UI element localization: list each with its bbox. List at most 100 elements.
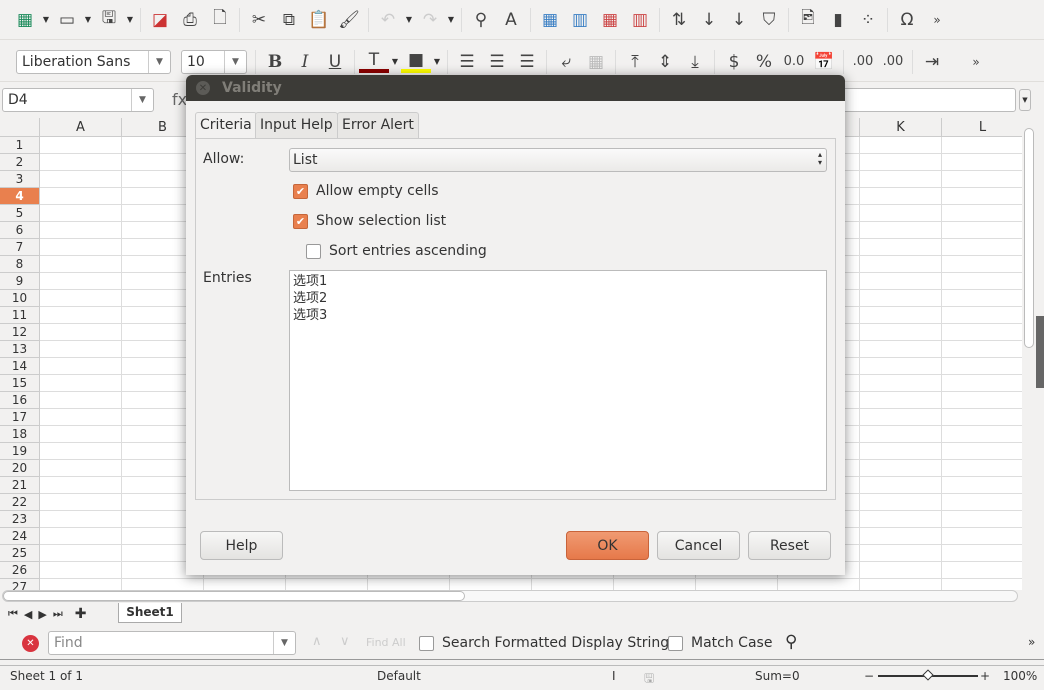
row-header[interactable]: 3 xyxy=(0,171,40,188)
page-style[interactable]: Default xyxy=(377,669,421,683)
row-header[interactable]: 11 xyxy=(0,307,40,324)
dropdown-arrow[interactable]: ▼ xyxy=(403,15,415,24)
sort-ascending-checkbox[interactable]: Sort entries ascending xyxy=(306,243,487,259)
chevron-down-icon[interactable]: ▼ xyxy=(273,632,295,654)
font-size-combo[interactable]: 10 ▼ xyxy=(181,49,247,74)
row-header[interactable]: 15 xyxy=(0,375,40,392)
tab-error-alert[interactable]: Error Alert xyxy=(337,112,419,138)
column-header[interactable]: K xyxy=(860,118,942,137)
function-wizard-icon[interactable]: fx xyxy=(172,90,187,109)
column-header[interactable]: A xyxy=(40,118,122,137)
open-icon[interactable]: ▭ xyxy=(52,6,82,34)
insert-rows-icon[interactable]: ▦ xyxy=(535,6,565,34)
row-header[interactable]: 10 xyxy=(0,290,40,307)
more-icon[interactable]: » xyxy=(922,6,952,34)
selection-mode-icon[interactable]: I xyxy=(612,669,616,683)
help-button[interactable]: Help xyxy=(200,531,283,560)
row-header[interactable]: 26 xyxy=(0,562,40,579)
dropdown-arrow[interactable]: ▼ xyxy=(389,57,401,66)
close-find-icon[interactable]: ✕ xyxy=(22,635,39,652)
dropdown-arrow[interactable]: ▼ xyxy=(445,15,457,24)
more-icon[interactable]: » xyxy=(1028,635,1035,649)
row-header[interactable]: 6 xyxy=(0,222,40,239)
currency-icon[interactable]: $ xyxy=(719,48,749,76)
allow-empty-checkbox[interactable]: ✔ Allow empty cells xyxy=(293,183,439,199)
row-header[interactable]: 9 xyxy=(0,273,40,290)
italic-icon[interactable]: I xyxy=(290,48,320,76)
more-icon[interactable]: » xyxy=(961,48,991,76)
row-header[interactable]: 13 xyxy=(0,341,40,358)
zoom-in-icon[interactable]: + xyxy=(980,669,990,683)
prev-sheet-icon[interactable]: ◀ xyxy=(24,608,32,621)
tab-criteria[interactable]: Criteria xyxy=(195,112,257,139)
wrap-text-icon[interactable]: ⤶ xyxy=(551,48,581,76)
select-all-corner[interactable] xyxy=(0,118,40,137)
row-header[interactable]: 4 xyxy=(0,188,40,205)
add-sheet-icon[interactable]: ✚ xyxy=(75,606,87,622)
insert-chart-icon[interactable]: ▮ xyxy=(823,6,853,34)
row-header[interactable]: 20 xyxy=(0,460,40,477)
export-pdf-icon[interactable]: ◪ xyxy=(145,6,175,34)
row-header[interactable]: 19 xyxy=(0,443,40,460)
scrollbar-thumb[interactable] xyxy=(3,591,465,601)
reset-button[interactable]: Reset xyxy=(748,531,831,560)
dropdown-arrow[interactable]: ▼ xyxy=(124,15,136,24)
formula-input[interactable] xyxy=(840,88,1016,112)
row-header[interactable]: 21 xyxy=(0,477,40,494)
expand-formula-icon[interactable]: ▼ xyxy=(1019,89,1031,111)
align-left-icon[interactable]: ☰ xyxy=(452,48,482,76)
row-header[interactable]: 16 xyxy=(0,392,40,409)
align-middle-icon[interactable]: ⇕ xyxy=(650,48,680,76)
autofilter-icon[interactable]: ⛉ xyxy=(754,6,784,34)
row-header[interactable]: 23 xyxy=(0,511,40,528)
row-header[interactable]: 17 xyxy=(0,409,40,426)
new-spreadsheet-icon[interactable]: ▦ xyxy=(10,6,40,34)
merge-cells-icon[interactable]: ▦ xyxy=(581,48,611,76)
row-header[interactable]: 25 xyxy=(0,545,40,562)
zoom-out-icon[interactable]: − xyxy=(864,669,874,683)
find-input[interactable]: Find ▼ xyxy=(48,631,296,655)
cut-icon[interactable]: ✂ xyxy=(244,6,274,34)
sort-ascending-icon[interactable]: ↓ xyxy=(694,6,724,34)
vertical-scrollbar[interactable] xyxy=(1022,118,1036,590)
cancel-button[interactable]: Cancel xyxy=(657,531,740,560)
bold-icon[interactable]: B xyxy=(260,48,290,76)
entries-textarea[interactable]: 选项1 选项2 选项3 xyxy=(289,270,827,491)
row-header[interactable]: 22 xyxy=(0,494,40,511)
sort-descending-icon[interactable]: ↓ xyxy=(724,6,754,34)
row-header[interactable]: 8 xyxy=(0,256,40,273)
special-character-icon[interactable]: Ω xyxy=(892,6,922,34)
find-next-icon[interactable]: ∨ xyxy=(340,634,350,649)
save-icon[interactable]: 🖫 xyxy=(94,6,124,34)
next-sheet-icon[interactable]: ▶ xyxy=(38,608,46,621)
undo-icon[interactable]: ↶ xyxy=(373,6,403,34)
chevron-down-icon[interactable]: ▼ xyxy=(131,89,153,111)
dropdown-arrow[interactable]: ▼ xyxy=(431,57,443,66)
search-formatted-checkbox[interactable]: Search Formatted Display String xyxy=(419,635,669,651)
clone-formatting-icon[interactable]: 🖌 xyxy=(334,6,364,34)
align-center-icon[interactable]: ☰ xyxy=(482,48,512,76)
highlight-color-icon[interactable]: ■ xyxy=(401,50,431,73)
zoom-slider[interactable] xyxy=(878,669,978,681)
checkbox-box[interactable] xyxy=(306,243,321,259)
print-icon[interactable]: ⎙ xyxy=(175,6,205,34)
show-selection-list-checkbox[interactable]: ✔ Show selection list xyxy=(293,213,446,229)
paste-icon[interactable]: 📋 xyxy=(304,6,334,34)
insert-columns-icon[interactable]: ▥ xyxy=(565,6,595,34)
row-header[interactable]: 7 xyxy=(0,239,40,256)
pivot-table-icon[interactable]: ⁘ xyxy=(853,6,883,34)
checkbox-box[interactable]: ✔ xyxy=(293,183,308,199)
align-bottom-icon[interactable]: ⤓ xyxy=(680,48,710,76)
find-all-button[interactable]: Find All xyxy=(366,636,406,649)
row-header[interactable]: 1 xyxy=(0,137,40,154)
font-color-icon[interactable]: T xyxy=(359,50,389,73)
first-sheet-icon[interactable]: ⏮ xyxy=(8,607,18,621)
row-header[interactable]: 2 xyxy=(0,154,40,171)
row-header[interactable]: 12 xyxy=(0,324,40,341)
row-header[interactable]: 5 xyxy=(0,205,40,222)
name-box[interactable]: D4 ▼ xyxy=(2,88,154,112)
find-previous-icon[interactable]: ∧ xyxy=(312,634,322,649)
last-sheet-icon[interactable]: ⏭ xyxy=(53,607,63,621)
align-top-icon[interactable]: ⤒ xyxy=(620,48,650,76)
horizontal-scrollbar[interactable] xyxy=(2,590,1018,602)
